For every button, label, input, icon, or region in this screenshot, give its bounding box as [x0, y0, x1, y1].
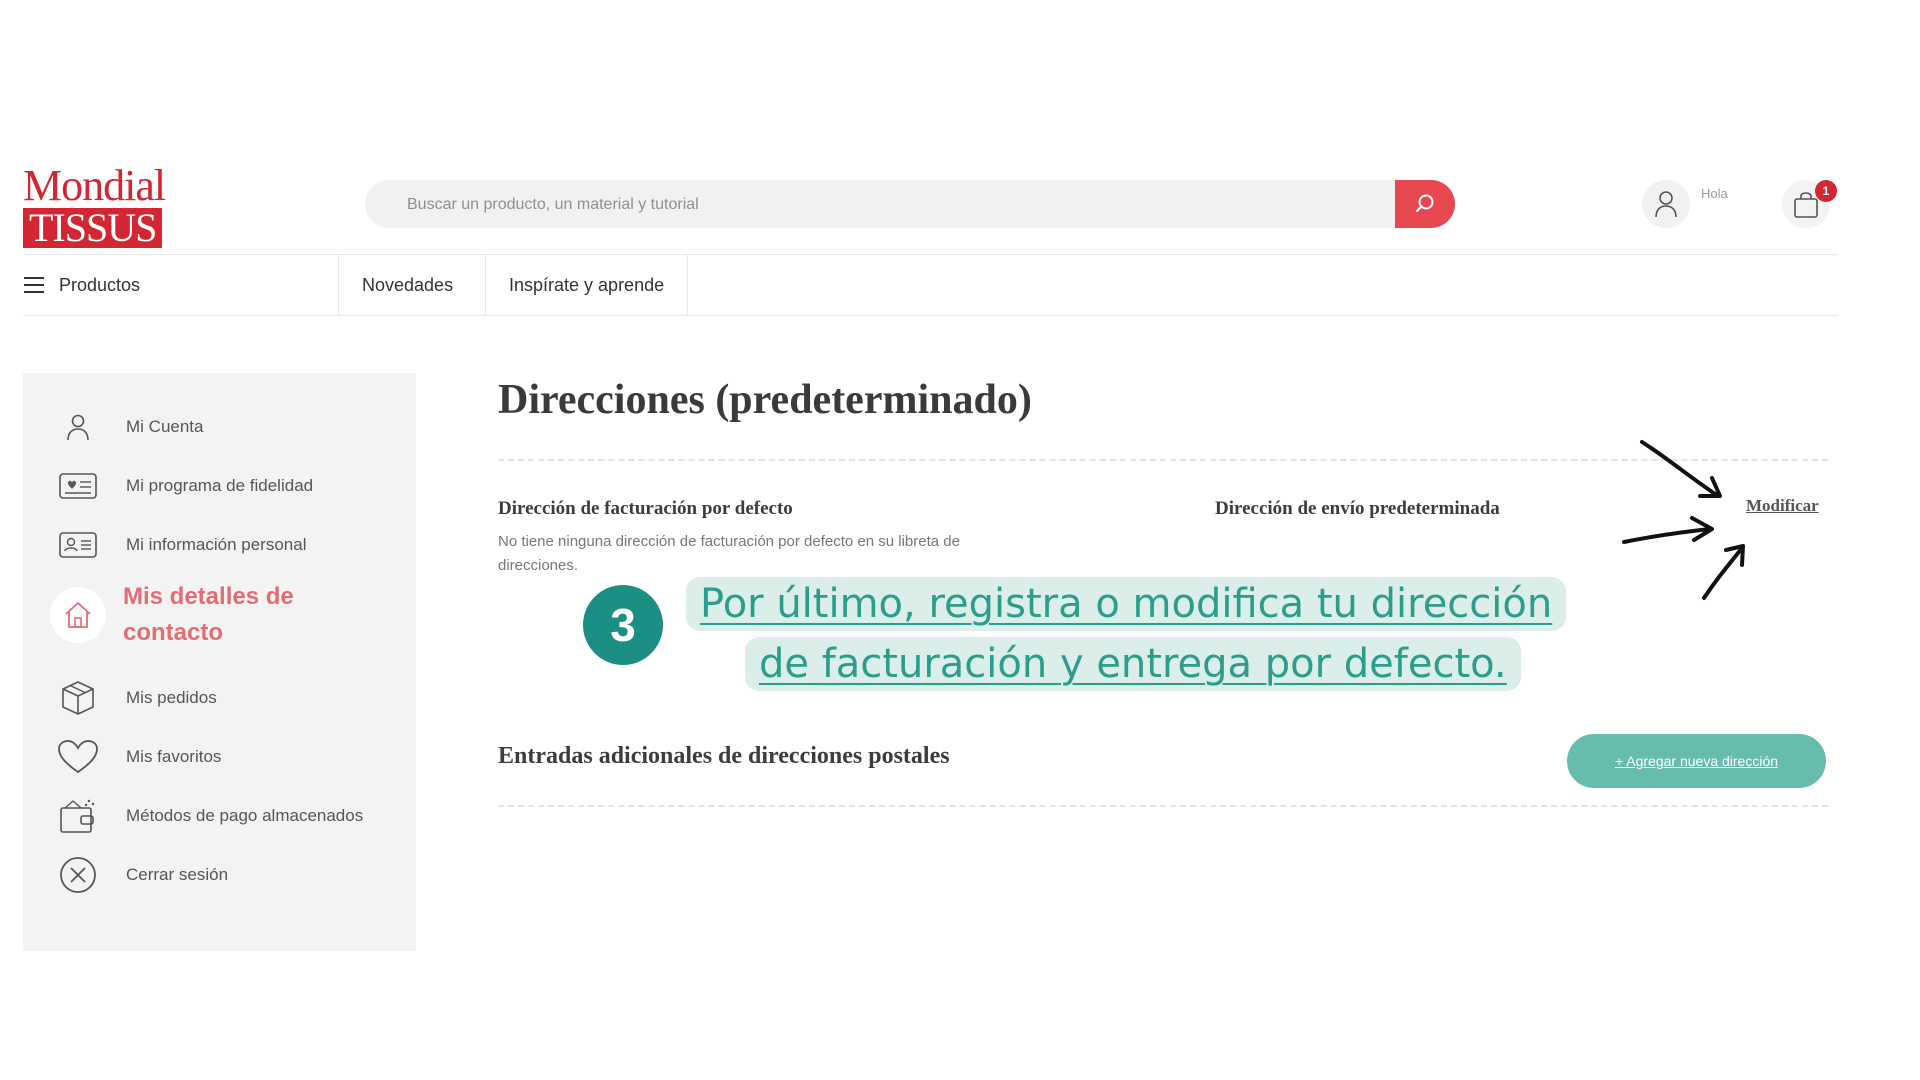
sidebar-item-pedidos[interactable]: Mis pedidos	[23, 673, 416, 723]
brand-logo[interactable]: Mondial TISSUS	[23, 161, 181, 248]
sidebar-item-label: Mi Cuenta	[126, 417, 204, 436]
brand-logo-line1: Mondial	[23, 161, 166, 210]
postal-addresses-heading: Entradas adicionales de direcciones post…	[498, 743, 950, 769]
account-sidebar: Mi Cuenta Mi programa de fidelidad Mi in…	[23, 373, 416, 951]
hand-drawn-arrows-icon	[1622, 440, 1745, 600]
search-bar	[365, 180, 1455, 230]
sidebar-item-cerrar-sesion[interactable]: Cerrar sesión	[23, 850, 416, 900]
sidebar-item-fidelidad[interactable]: Mi programa de fidelidad	[23, 461, 416, 511]
billing-address-heading: Dirección de facturación por defecto	[498, 498, 793, 519]
sidebar-item-label: Cerrar sesión	[126, 865, 229, 884]
user-icon	[57, 406, 99, 448]
sidebar-item-detalles-contacto[interactable]: Mis detalles de contacto	[23, 575, 416, 655]
sidebar-item-label: Mi información personal	[126, 535, 307, 554]
sidebar-item-label: Mi programa de fidelidad	[126, 476, 314, 495]
main-nav: Productos Novedades Inspírate y aprende	[23, 254, 1838, 316]
nav-item-novedades[interactable]: Novedades	[338, 255, 476, 315]
nav-products-label: Productos	[59, 274, 141, 295]
close-circle-icon	[57, 854, 99, 896]
search-icon	[1415, 194, 1434, 213]
nav-products[interactable]: Productos	[23, 255, 338, 315]
box-icon	[57, 677, 99, 719]
sidebar-item-informacion-personal[interactable]: Mi información personal	[23, 520, 416, 570]
sidebar-item-label: Mis favoritos	[126, 747, 222, 766]
id-card-icon	[57, 524, 99, 566]
sidebar-item-metodos-pago[interactable]: Métodos de pago almacenados	[23, 791, 416, 841]
sidebar-item-label: Mis pedidos	[126, 688, 217, 707]
home-icon	[50, 587, 106, 643]
divider	[498, 805, 1828, 807]
sidebar-item-label: Métodos de pago almacenados	[126, 806, 364, 825]
page-title: Direcciones (predeterminado)	[498, 377, 1032, 423]
tutorial-callout-line1: Por último, registra o modifica tu direc…	[686, 577, 1567, 631]
wallet-icon	[57, 795, 99, 837]
cart-count-badge: 1	[1815, 180, 1837, 202]
brand-logo-line2: TISSUS	[23, 208, 163, 248]
step-number-badge: 3	[583, 585, 663, 665]
user-icon	[1655, 191, 1677, 218]
hamburger-menu-icon	[24, 277, 44, 293]
sidebar-item-label: Mis detalles de contacto	[123, 583, 294, 646]
sidebar-item-favoritos[interactable]: Mis favoritos	[23, 732, 416, 782]
greeting-text: Hola	[1701, 186, 1728, 201]
account-button[interactable]	[1642, 180, 1690, 228]
tutorial-callout-line2: de facturación y entrega por defecto.	[745, 637, 1521, 691]
loyalty-card-icon	[57, 465, 99, 507]
add-address-button[interactable]: + Agregar nueva dirección	[1567, 734, 1826, 788]
heart-icon	[57, 736, 99, 778]
billing-address-empty-text: No tiene ninguna dirección de facturació…	[498, 533, 960, 574]
sidebar-item-mi-cuenta[interactable]: Mi Cuenta	[23, 402, 416, 452]
search-button[interactable]	[1395, 180, 1455, 228]
nav-item-inspirate[interactable]: Inspírate y aprende	[485, 255, 689, 315]
search-input[interactable]	[405, 180, 1369, 230]
shipping-address-heading: Dirección de envío predeterminada	[1215, 498, 1500, 519]
